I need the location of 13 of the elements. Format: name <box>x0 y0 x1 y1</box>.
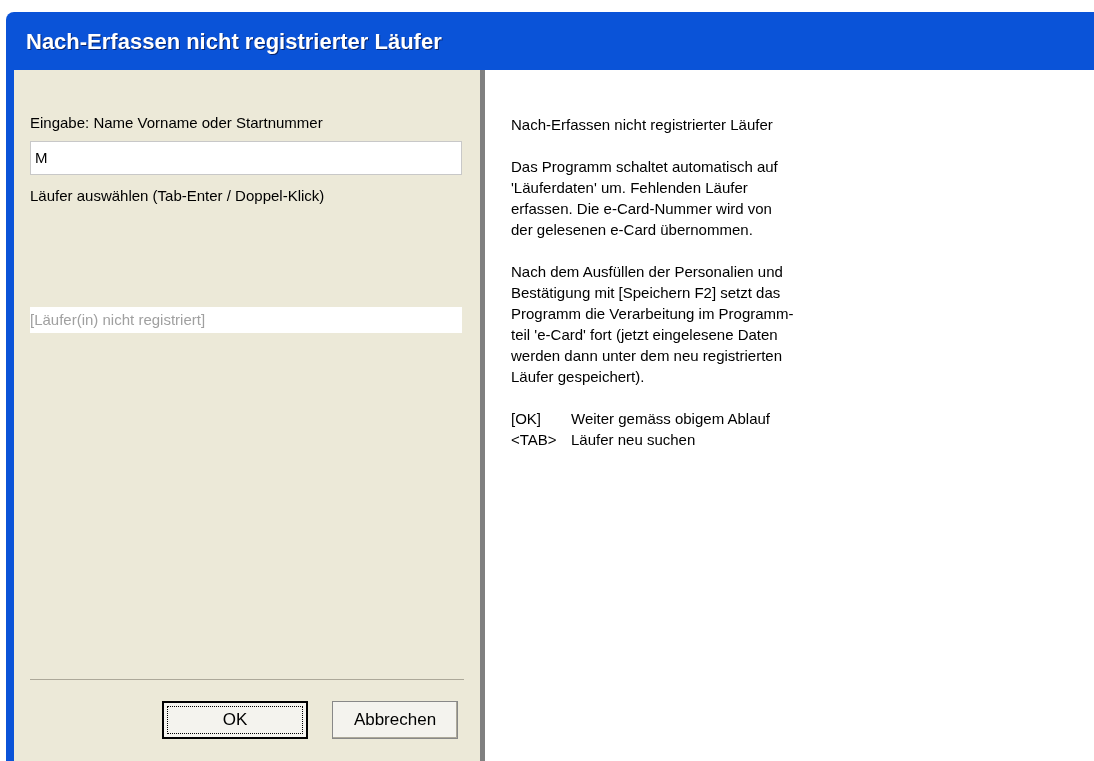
list-label: Läufer auswählen (Tab-Enter / Doppel-Klick) <box>30 185 326 206</box>
help-paragraph: Nach dem Ausfüllen der Personalien und Bestätigung mit [Speichern F2] setzt das Programm die Verarbeitung im Programm- teil 'e-Card' fort (jetzt eingelesene Daten werden dann unter dem neu registrierten Läufer gespeichert). <box>511 262 795 387</box>
shortcut-description: Weiter gemäss obigem Ablauf <box>571 409 770 429</box>
help-paragraph: Das Programm schaltet automatisch auf 'Läuferdaten' um. Fehlenden Läufer erfassen. Die e-Card-Nummer wird von der gelesenen e-Card übernommen. <box>511 157 779 240</box>
shortcut-key: [OK] <box>511 408 571 429</box>
shortcut-description: Läufer neu suchen <box>571 430 696 450</box>
ok-button[interactable]: OK <box>162 701 308 739</box>
cancel-button[interactable]: Abbrechen <box>332 701 458 739</box>
search-field[interactable]: M <box>30 140 462 175</box>
shortcut-key: <TAB> <box>511 429 571 450</box>
window-title: Nach-Erfassen nicht registrierter Läufer <box>26 27 442 56</box>
help-paragraph: Nach-Erfassen nicht registrierter Läufer <box>511 115 774 135</box>
search-label: Eingabe: Name Vorname oder Startnummer <box>30 113 324 133</box>
